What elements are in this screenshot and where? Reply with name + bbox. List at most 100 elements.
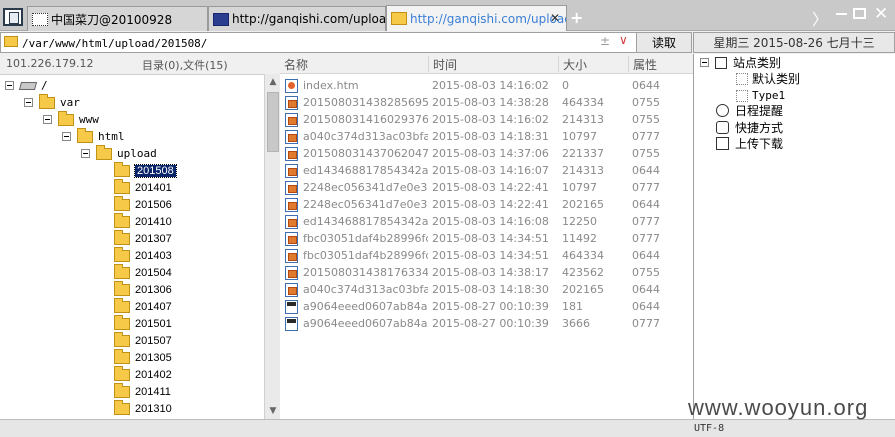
file-row[interactable]: a9064eeed0607ab84a7... 2015-08-27 00:10:3… bbox=[280, 298, 693, 315]
file-row[interactable]: 201508031438176334.jpg 2015-08-03 14:38:1… bbox=[280, 264, 693, 281]
tree-node-month[interactable]: 201305 bbox=[114, 348, 172, 366]
file-row[interactable]: a040c374d313ac03bfa6... 2015-08-03 14:18:… bbox=[280, 128, 693, 145]
close-tab-icon[interactable]: ✕ bbox=[550, 11, 560, 25]
tree-scrollbar[interactable]: ▲ ▼ bbox=[264, 74, 280, 419]
file-time: 2015-08-03 14:18:30 bbox=[432, 283, 549, 296]
folder-icon bbox=[114, 348, 130, 364]
default-category-label: 默认类别 bbox=[752, 72, 801, 86]
file-name: 201508031438176334.jpg bbox=[303, 266, 428, 279]
tree-node-month[interactable]: 201507 bbox=[114, 331, 172, 349]
file-time: 2015-08-27 00:10:39 bbox=[432, 300, 549, 313]
file-row[interactable]: index.htm 2015-08-03 14:16:02 0 0644 bbox=[280, 77, 693, 94]
scroll-thumb[interactable] bbox=[267, 92, 279, 152]
plus-minus-icon[interactable]: ± bbox=[600, 34, 610, 48]
read-button[interactable]: 读取 bbox=[636, 32, 692, 53]
shortcuts-node[interactable]: 快捷方式 bbox=[716, 119, 783, 136]
folder-icon bbox=[114, 212, 130, 228]
file-row[interactable]: 201508031416029376.jpg 2015-08-03 14:16:0… bbox=[280, 111, 693, 128]
tree-node-month[interactable]: 201307 bbox=[114, 229, 172, 247]
tree-node-month[interactable]: 201401 bbox=[114, 178, 172, 196]
chevron-right-icon[interactable]: 〉 bbox=[812, 6, 828, 30]
collapse-icon[interactable] bbox=[24, 98, 33, 107]
chevron-down-icon[interactable]: ∨ bbox=[619, 33, 628, 47]
tree-label: 201403 bbox=[135, 249, 172, 262]
file-time: 2015-08-03 14:34:51 bbox=[432, 232, 549, 245]
tree-label: 201307 bbox=[135, 232, 172, 245]
schedule-node[interactable]: 日程提醒 bbox=[716, 102, 783, 119]
file-row[interactable]: a9064eeed0607ab84a7... 2015-08-27 00:10:3… bbox=[280, 315, 693, 332]
new-tab-icon[interactable]: + bbox=[570, 8, 583, 27]
tree-node-html[interactable]: html bbox=[62, 127, 125, 145]
tree-node-month[interactable]: 201501 bbox=[114, 314, 172, 332]
tree-node-month[interactable]: 201310 bbox=[114, 399, 172, 417]
file-row[interactable]: 201508031438285695.jpg 2015-08-03 14:38:2… bbox=[280, 94, 693, 111]
scroll-up-icon[interactable]: ▲ bbox=[265, 74, 281, 90]
file-row[interactable]: 2248ec056341d7e0e3d... 2015-08-03 14:22:4… bbox=[280, 179, 693, 196]
file-name: 201508031437062047.jpg bbox=[303, 147, 428, 160]
upload-download-node[interactable]: 上传下载 bbox=[716, 135, 783, 152]
collapse-icon[interactable] bbox=[43, 115, 52, 124]
file-row[interactable]: fbc03051daf4b28996fdd... 2015-08-03 14:34… bbox=[280, 230, 693, 247]
collapse-icon[interactable] bbox=[62, 132, 71, 141]
close-window-icon[interactable]: ✕ bbox=[874, 4, 888, 24]
minimize-icon[interactable] bbox=[836, 13, 847, 15]
tree-node-month[interactable]: 201402 bbox=[114, 365, 172, 383]
folder-icon bbox=[391, 12, 407, 25]
file-time: 2015-08-03 14:18:31 bbox=[432, 130, 549, 143]
image-file-icon bbox=[285, 147, 298, 161]
file-icon bbox=[285, 317, 298, 331]
category-icon bbox=[736, 72, 748, 85]
tab-url-1[interactable]: http://ganqishi.com/upload/2... bbox=[208, 6, 386, 31]
image-file-icon bbox=[285, 266, 298, 280]
file-size: 214313 bbox=[562, 113, 604, 126]
file-row[interactable]: 2248ec056341d7e0e3d... 2015-08-03 14:22:4… bbox=[280, 196, 693, 213]
path-input[interactable] bbox=[22, 35, 582, 51]
file-name: fbc03051daf4b28996fdd... bbox=[303, 232, 428, 245]
tree-node-month[interactable]: 201407 bbox=[114, 297, 172, 315]
file-attr: 0777 bbox=[632, 130, 660, 143]
maximize-icon[interactable] bbox=[853, 8, 866, 19]
tree-node-month[interactable]: 201411 bbox=[114, 382, 171, 400]
tree-node-month[interactable]: 201410 bbox=[114, 212, 172, 230]
file-name: ed143468817854342a9... bbox=[303, 215, 428, 228]
default-category-node[interactable]: 默认类别 bbox=[736, 70, 800, 87]
scroll-down-icon[interactable]: ▼ bbox=[265, 403, 281, 419]
file-row[interactable]: fbc03051daf4b28996fdd... 2015-08-03 14:34… bbox=[280, 247, 693, 264]
file-row[interactable]: a040c374d313ac03bfa6... 2015-08-03 14:18:… bbox=[280, 281, 693, 298]
tree-node-month[interactable]: 201504 bbox=[114, 263, 172, 281]
tab-caidao[interactable]: 中国菜刀@20100928 bbox=[27, 6, 208, 31]
image-file-icon bbox=[285, 181, 298, 195]
collapse-icon[interactable] bbox=[5, 81, 14, 90]
file-name: a040c374d313ac03bfa6... bbox=[303, 130, 428, 143]
tree-node-month[interactable]: 201506 bbox=[114, 195, 172, 213]
folder-icon bbox=[114, 246, 130, 262]
file-row[interactable]: ed143468817854342a9... 2015-08-03 14:16:0… bbox=[280, 162, 693, 179]
column-size[interactable]: 大小 bbox=[558, 56, 628, 72]
tab-url-2[interactable]: http://ganqishi.com/upload/2... ✕ bbox=[386, 5, 567, 31]
tree-label: var bbox=[60, 96, 80, 109]
file-size: 12250 bbox=[562, 215, 597, 228]
tree-node-var[interactable]: var bbox=[24, 93, 80, 111]
file-name: index.htm bbox=[303, 79, 359, 92]
file-row[interactable]: 201508031437062047.jpg 2015-08-03 14:37:0… bbox=[280, 145, 693, 162]
site-category-node[interactable]: 站点类别 bbox=[700, 54, 781, 71]
folder-icon bbox=[114, 399, 130, 415]
tree-node-root[interactable]: / bbox=[5, 77, 48, 94]
file-row[interactable]: ed143468817854342a9... 2015-08-03 14:16:0… bbox=[280, 213, 693, 230]
type1-label: Type1 bbox=[752, 89, 786, 102]
app-menu-icon[interactable] bbox=[3, 8, 23, 26]
tab-title: 中国菜刀@20100928 bbox=[51, 12, 173, 27]
column-attr[interactable]: 属性 bbox=[628, 56, 693, 72]
column-time[interactable]: 时间 bbox=[428, 56, 558, 72]
file-name: a9064eeed0607ab84a7... bbox=[303, 300, 428, 313]
tree-node-www[interactable]: www bbox=[43, 110, 99, 128]
collapse-icon[interactable] bbox=[700, 58, 709, 67]
collapse-icon[interactable] bbox=[81, 149, 90, 158]
tree-node-month[interactable]: 201306 bbox=[114, 280, 172, 298]
tree-node-month[interactable]: 201403 bbox=[114, 246, 172, 264]
site-category-label: 站点类别 bbox=[733, 56, 782, 70]
column-name[interactable]: 名称 bbox=[280, 56, 428, 72]
file-attr: 0644 bbox=[632, 164, 660, 177]
tree-node-month[interactable]: 201508 bbox=[114, 161, 177, 179]
tree-node-upload[interactable]: upload bbox=[81, 144, 157, 162]
